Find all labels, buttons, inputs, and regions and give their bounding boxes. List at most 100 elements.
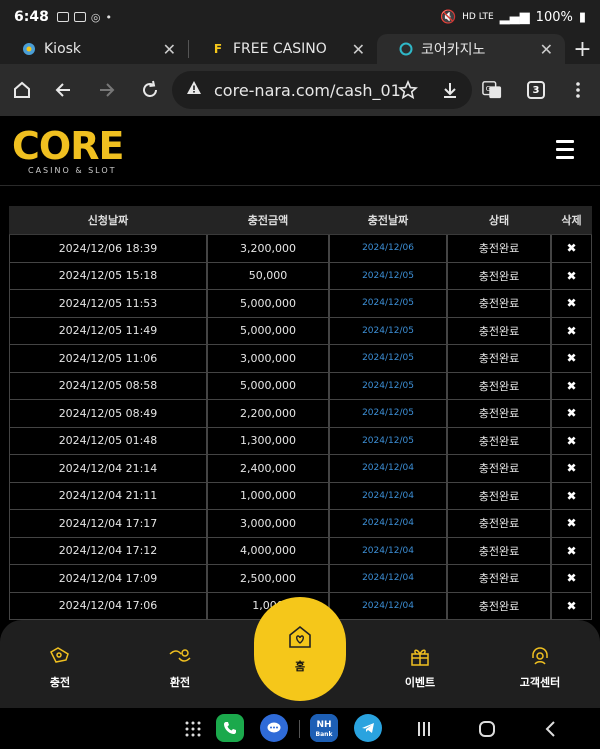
charge-date-cell: 2024/12/05	[329, 317, 447, 345]
status-cell: 충전완료	[447, 482, 551, 510]
tab-count: 3	[527, 81, 545, 99]
request-date-cell: 2024/12/05 01:48	[9, 427, 207, 455]
charge-date-cell: 2024/12/04	[329, 537, 447, 565]
nav-support-button[interactable]: 고객센터	[480, 620, 600, 708]
delete-button[interactable]: ✖	[551, 565, 592, 593]
home-icon[interactable]	[4, 72, 40, 108]
delete-button[interactable]: ✖	[551, 290, 592, 318]
hamburger-menu-icon[interactable]	[556, 140, 574, 164]
request-date-cell: 2024/12/04 21:14	[9, 455, 207, 483]
nav-charge-button[interactable]: 충전	[0, 620, 120, 708]
status-bar: 6:48 ◎ • 🔇 HD LTE ▂▄▆ 100% ▮	[0, 0, 600, 34]
charge-date-cell: 2024/12/04	[329, 592, 447, 620]
request-date-cell: 2024/12/04 21:11	[9, 482, 207, 510]
status-cell: 충전완료	[447, 262, 551, 290]
status-cell: 충전완료	[447, 235, 551, 263]
back-icon[interactable]	[46, 72, 82, 108]
status-cell: 충전완료	[447, 400, 551, 428]
address-bar: core-nara.com/cash_01 G 3	[0, 64, 600, 116]
new-tab-button[interactable]: +	[565, 34, 600, 64]
notification-icon	[73, 12, 86, 22]
charge-date-cell: 2024/12/04	[329, 482, 447, 510]
delete-button[interactable]: ✖	[551, 537, 592, 565]
tab-kiosk[interactable]: Kiosk ✕	[0, 34, 188, 64]
close-tab-icon[interactable]: ✕	[352, 40, 365, 59]
charge-amount-cell: 5,000,000	[207, 317, 329, 345]
request-date-cell: 2024/12/05 11:53	[9, 290, 207, 318]
table-row: 2024/12/05 11:53 5,000,000 2024/12/05 충전완료 ✖	[9, 290, 592, 318]
tab-title: 코어카지노	[421, 42, 486, 58]
header-delete: 삭제	[551, 206, 592, 235]
tab-core-casino[interactable]: 코어카지노 ✕	[377, 34, 565, 64]
download-icon[interactable]	[432, 72, 468, 108]
close-tab-icon[interactable]: ✕	[540, 40, 553, 59]
request-date-cell: 2024/12/05 15:18	[9, 262, 207, 290]
tab-switcher-button[interactable]: 3	[518, 72, 554, 108]
messages-app-icon[interactable]	[260, 714, 288, 742]
delete-button[interactable]: ✖	[551, 317, 592, 345]
table-row: 2024/12/05 08:49 2,200,000 2024/12/05 충전완료 ✖	[9, 400, 592, 428]
delete-button[interactable]: ✖	[551, 345, 592, 373]
nav-event-button[interactable]: 이벤트	[360, 620, 480, 708]
reload-icon[interactable]	[132, 72, 168, 108]
star-icon[interactable]	[390, 72, 426, 108]
status-cell: 충전완료	[447, 592, 551, 620]
request-date-cell: 2024/12/04 17:06	[9, 592, 207, 620]
header-charge-amount: 충전금액	[207, 206, 329, 235]
nh-bank-app-icon[interactable]: NH Bank	[310, 714, 338, 742]
telegram-app-icon[interactable]	[354, 714, 382, 742]
delete-button[interactable]: ✖	[551, 235, 592, 263]
translate-icon[interactable]: G	[474, 72, 510, 108]
notification-icon	[56, 12, 69, 22]
back-nav-icon[interactable]	[542, 720, 560, 742]
delete-button[interactable]: ✖	[551, 592, 592, 620]
charge-date-cell: 2024/12/04	[329, 565, 447, 593]
charge-date-cell: 2024/12/05	[329, 345, 447, 373]
more-menu-icon[interactable]	[560, 72, 596, 108]
charge-amount-cell: 5,000,000	[207, 372, 329, 400]
warning-icon[interactable]	[186, 80, 202, 100]
delete-button[interactable]: ✖	[551, 372, 592, 400]
core-favicon-icon	[399, 42, 413, 56]
request-date-cell: 2024/12/04 17:09	[9, 565, 207, 593]
phone-app-icon[interactable]	[216, 714, 244, 742]
dot-icon: •	[105, 10, 112, 24]
delete-button[interactable]: ✖	[551, 262, 592, 290]
tab-free-casino[interactable]: F FREE CASINO ✕	[189, 34, 377, 64]
charge-amount-cell: 3,000,000	[207, 345, 329, 373]
status-time: 6:48	[14, 9, 49, 25]
home-heart-icon	[287, 624, 313, 650]
notification-icons: ◎ •	[56, 10, 112, 24]
nav-exchange-button[interactable]: 환전	[120, 620, 240, 708]
delete-button[interactable]: ✖	[551, 455, 592, 483]
status-cell: 충전완료	[447, 565, 551, 593]
close-tab-icon[interactable]: ✕	[163, 40, 176, 59]
delete-button[interactable]: ✖	[551, 482, 592, 510]
charge-amount-cell: 2,400,000	[207, 455, 329, 483]
nav-home-button[interactable]: 홈	[254, 597, 346, 701]
recents-icon[interactable]	[416, 720, 432, 742]
site-header: CORE CASINO & SLOT	[0, 116, 600, 186]
url-text: core-nara.com/cash_01	[214, 80, 401, 100]
table-row: 2024/12/05 01:48 1,300,000 2024/12/05 충전완료 ✖	[9, 427, 592, 455]
svg-text:Bank: Bank	[316, 731, 334, 738]
instagram-icon: ◎	[90, 10, 101, 24]
free-casino-favicon-icon: F	[213, 42, 223, 56]
delete-button[interactable]: ✖	[551, 400, 592, 428]
battery-label: 100%	[535, 9, 573, 25]
delete-button[interactable]: ✖	[551, 510, 592, 538]
logo-subtitle: CASINO & SLOT	[28, 166, 117, 175]
forward-icon[interactable]	[88, 72, 124, 108]
browser-tab-bar: Kiosk ✕ F FREE CASINO ✕ 코어카지노 ✕ +	[0, 34, 600, 64]
home-circle-icon[interactable]	[478, 720, 496, 742]
header-charge-date: 충전날짜	[329, 206, 447, 235]
charge-amount-cell: 1,000,000	[207, 482, 329, 510]
delete-button[interactable]: ✖	[551, 427, 592, 455]
charge-date-cell: 2024/12/05	[329, 400, 447, 428]
tab-title: FREE CASINO	[233, 41, 327, 57]
app-drawer-icon[interactable]	[184, 720, 202, 742]
charge-date-cell: 2024/12/05	[329, 262, 447, 290]
url-field[interactable]: core-nara.com/cash_01	[172, 71, 472, 109]
core-logo[interactable]: CORE CASINO & SLOT	[12, 126, 124, 175]
nav-label: 충전	[49, 676, 71, 689]
